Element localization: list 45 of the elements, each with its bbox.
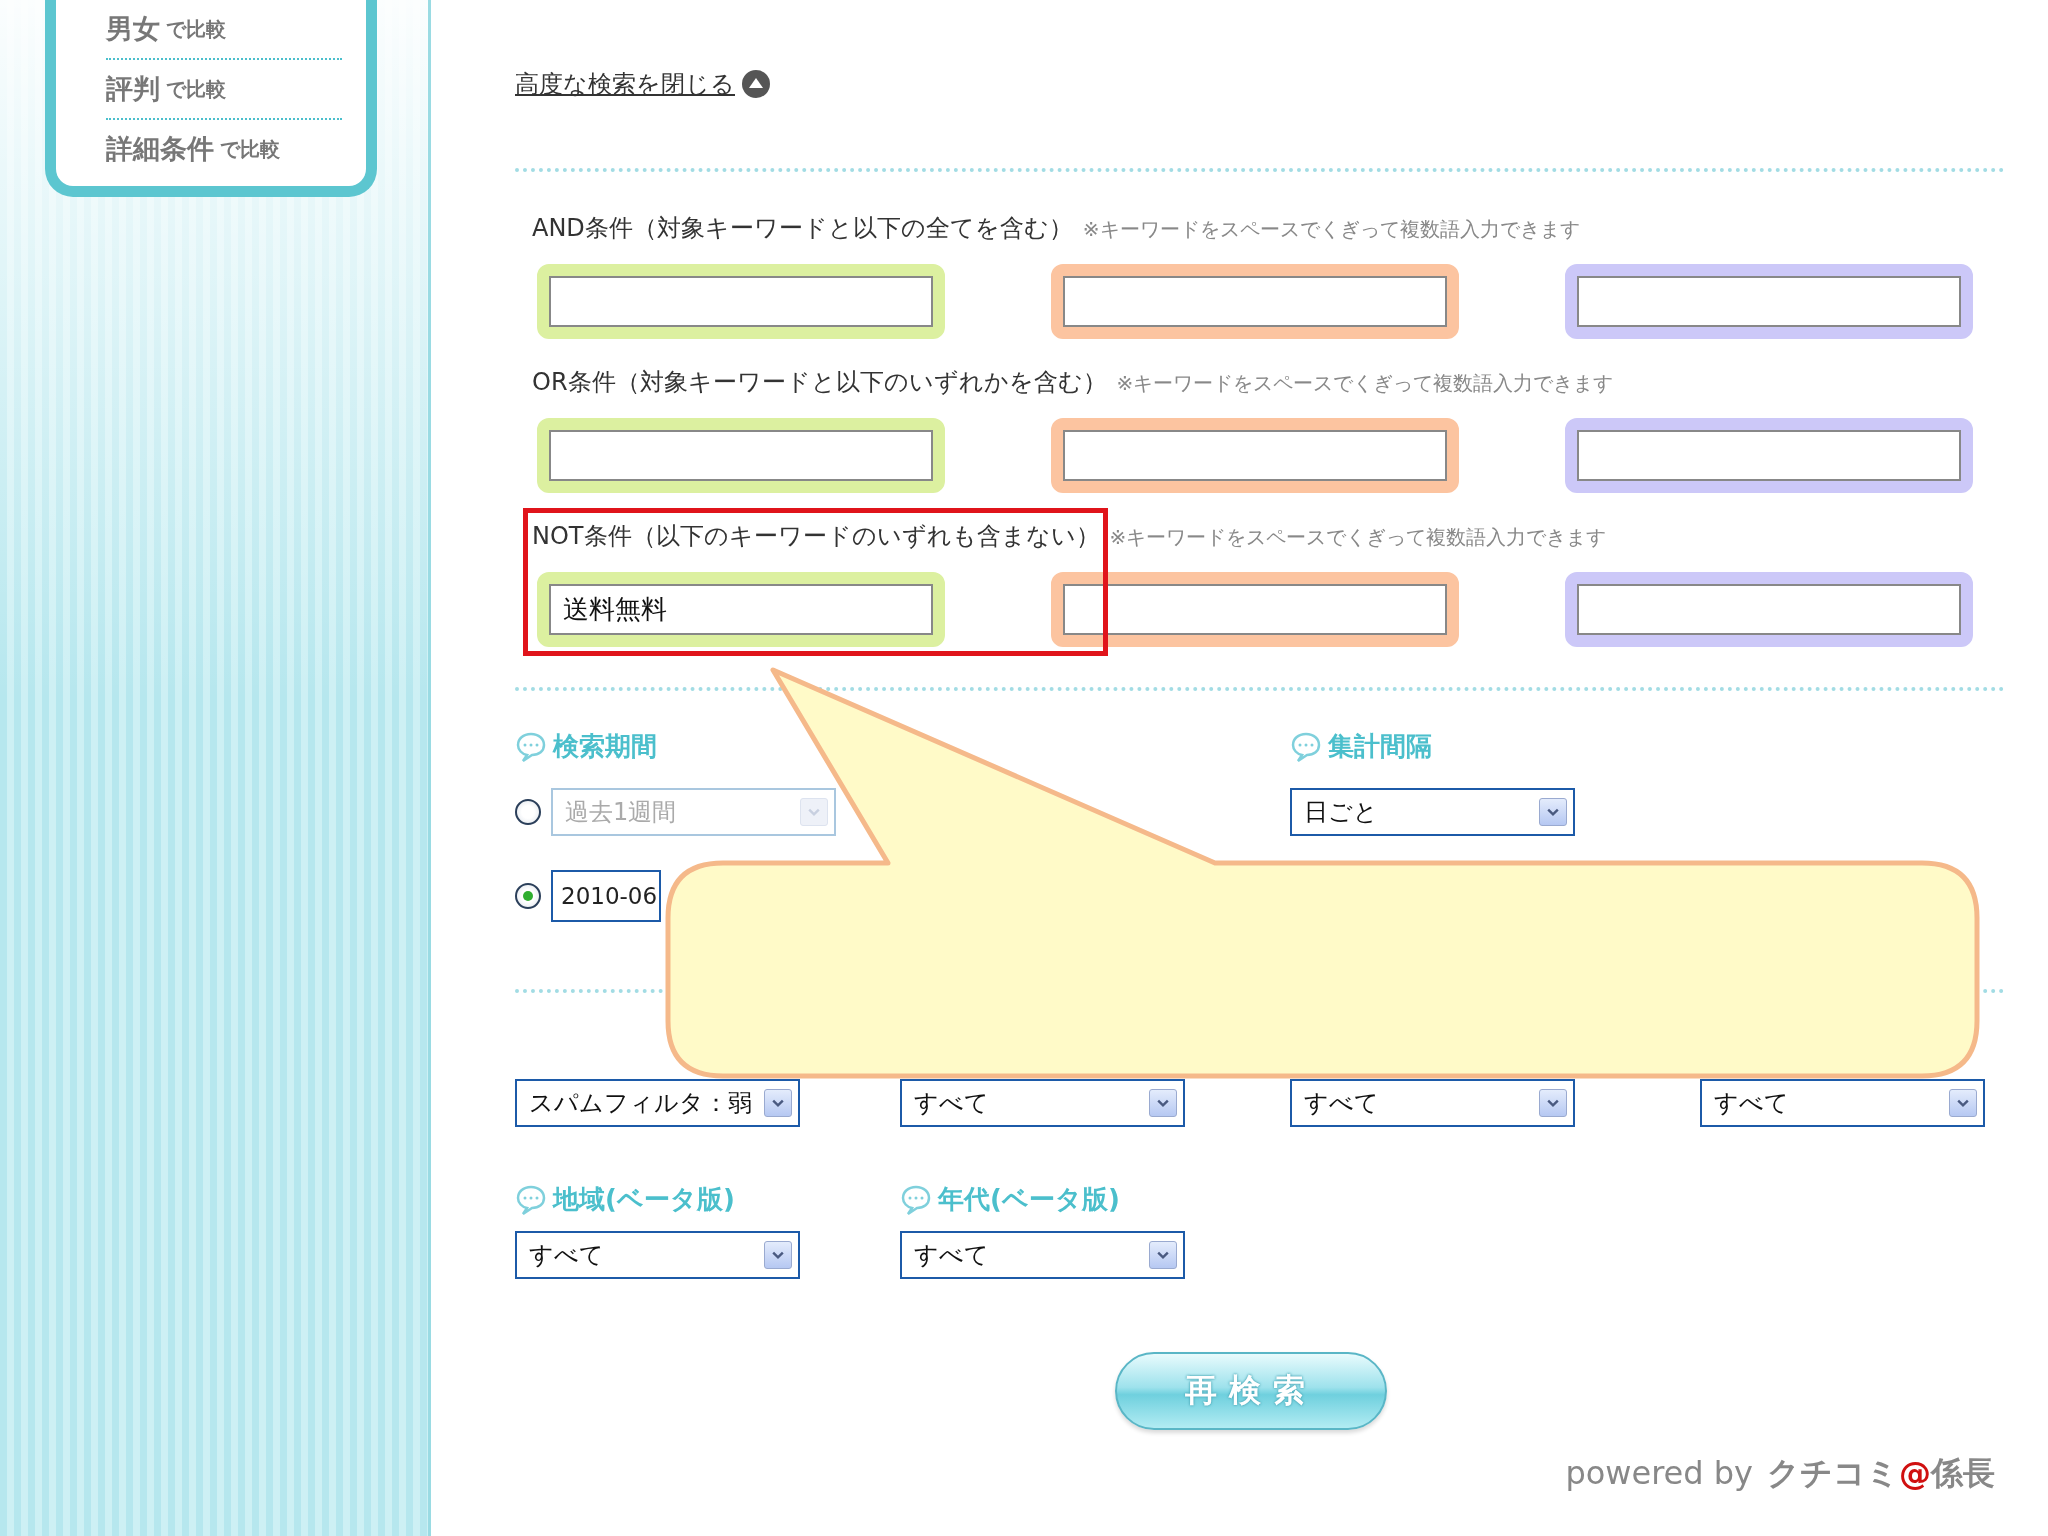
dropdown[interactable]: すべて [900,1231,1185,1279]
dropdown[interactable]: すべて [1290,1079,1575,1127]
keyword-field[interactable] [537,418,945,493]
chevron-down-icon [1149,1089,1177,1117]
sidebar-item[interactable]: 詳細条件 で比較 [106,120,342,178]
keyword-field[interactable]: 送料無料 [537,572,945,647]
chevron-down-icon [764,1241,792,1269]
sidebar-item[interactable]: 男女 で比較 [106,0,342,60]
section-title: 地域(ベータ版) [553,1183,735,1216]
keyword-field[interactable] [537,264,945,339]
chevron-down-icon [764,1089,792,1117]
speech-bubble-icon [900,1183,932,1216]
chevron-down-icon [1149,1241,1177,1269]
hint-text: ※キーワードをスペースでくぎって複数語入力できます [1109,524,1607,551]
speech-bubble-icon [1290,730,1322,763]
condition-label: AND条件（対象キーワードと以下の全てを含む） [532,213,1073,244]
chevron-down-icon [800,798,828,826]
sidebar-item[interactable]: 評判 で比較 [106,60,342,120]
speech-bubble-icon [515,730,547,763]
chevron-down-icon [1539,1089,1567,1117]
dropdown[interactable]: すべて [1700,1079,1985,1127]
chevron-down-icon [1949,1089,1977,1117]
dropdown[interactable]: すべて [515,1231,800,1279]
keyword-field[interactable] [1051,264,1459,339]
chevron-down-icon [1539,798,1567,826]
section-title: 検索期間 [553,730,657,763]
dropdown[interactable]: 日ごと [1290,788,1575,836]
section-title: 集計間隔 [1328,730,1432,763]
condition-label: NOT条件（以下のキーワードのいずれも含まない） [532,521,1100,552]
keyword-field[interactable] [1051,572,1459,647]
date-field[interactable]: 2010-06 [551,870,662,922]
hint-text: ※キーワードをスペースでくぎって複数語入力できます [1082,216,1580,243]
speech-bubble-icon [515,1183,547,1216]
advanced-search-link[interactable]: 高度な検索を閉じる [515,68,735,100]
keyword-field[interactable] [1565,418,1973,493]
dropdown[interactable]: スパムフィルタ：弱 [515,1079,800,1127]
radio-button[interactable] [515,883,541,909]
powered-by-text: powered by クチコミ@係長 [1565,1453,1995,1494]
hint-text: ※キーワードをスペースでくぎって複数語入力できます [1116,370,1614,397]
section-title: 年代(ベータ版) [938,1183,1120,1216]
condition-label: OR条件（対象キーワードと以下のいずれかを含む） [532,367,1107,398]
keyword-field[interactable] [1051,418,1459,493]
dropdown[interactable]: すべて [900,1079,1185,1127]
keyword-field[interactable] [1565,264,1973,339]
keyword-field[interactable] [1565,572,1973,647]
